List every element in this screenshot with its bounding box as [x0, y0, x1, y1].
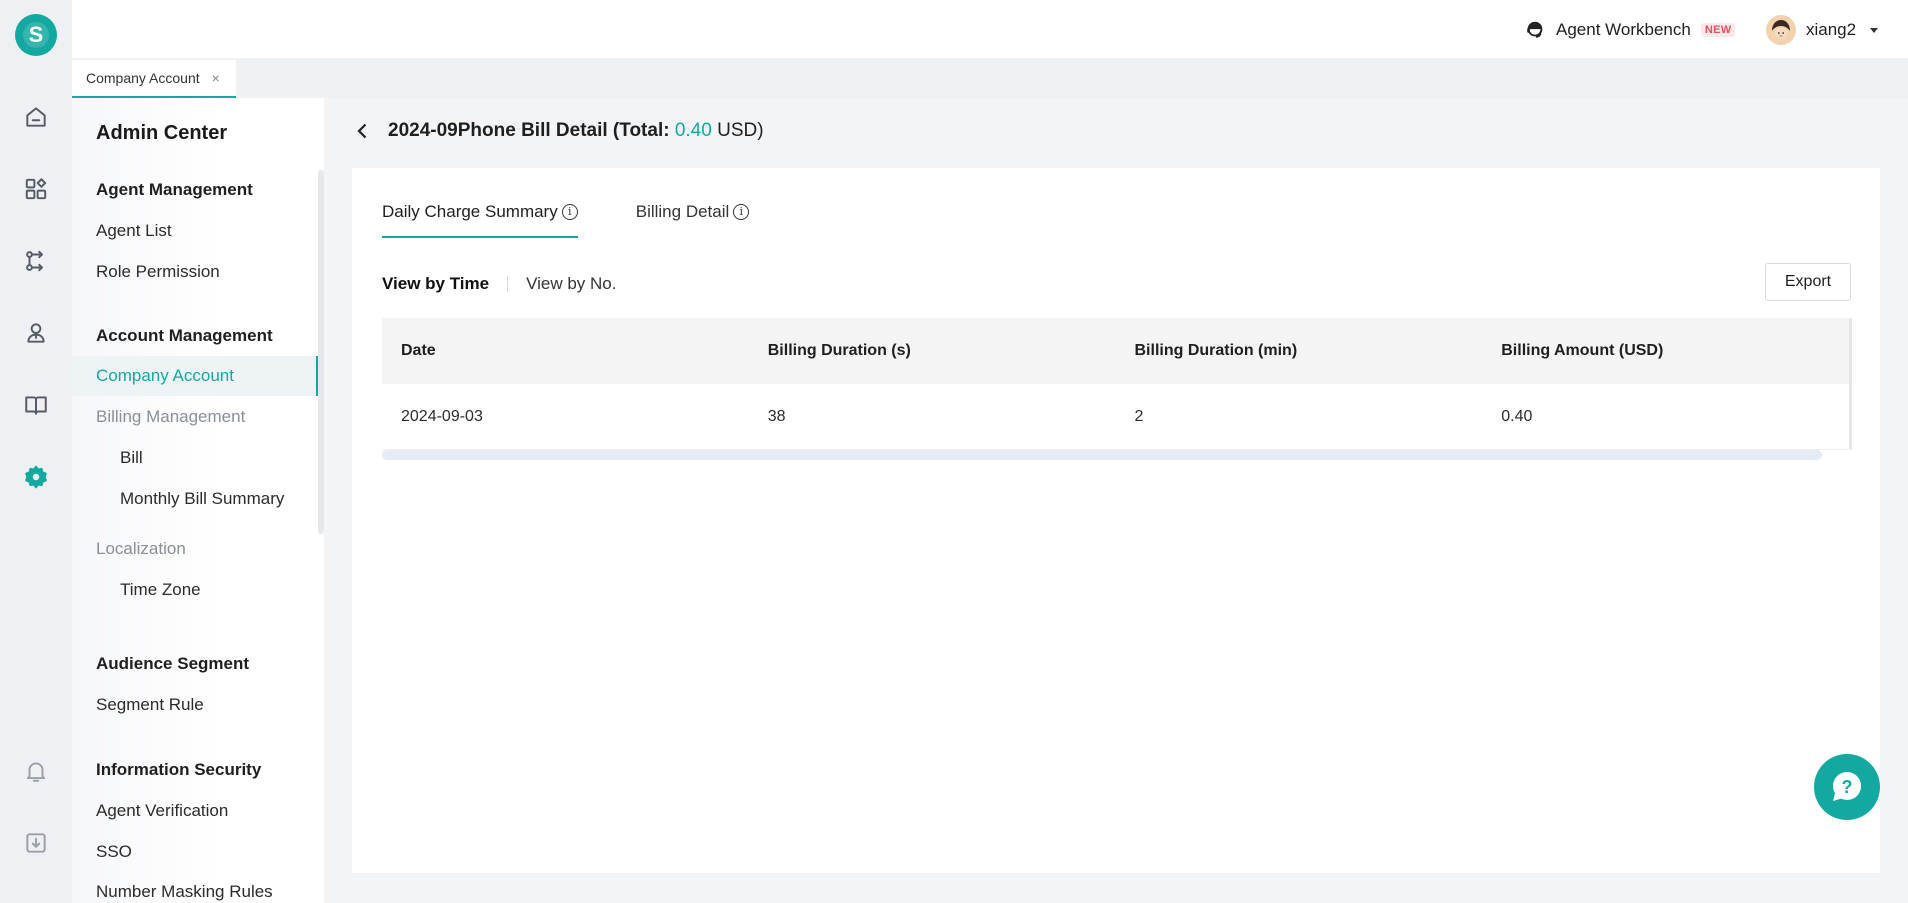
logo-mark-icon: S — [23, 22, 49, 48]
sidebar-item-agent-list[interactable]: Agent List — [72, 211, 318, 251]
table-header: Date Billing Duration (s) Billing Durati… — [382, 318, 1852, 384]
cell-date: 2024-09-03 — [401, 407, 483, 425]
sidebar-item-localization[interactable]: Localization — [72, 529, 318, 569]
page-tab-strip: Company Account × — [72, 58, 1908, 98]
view-by-time-option[interactable]: View by Time — [382, 274, 489, 294]
sidebar-item-bill[interactable]: Bill — [72, 438, 318, 478]
download-icon[interactable] — [22, 829, 50, 857]
group-information-security: Information Security — [96, 760, 262, 779]
info-icon[interactable]: i — [561, 204, 578, 220]
page-tab-company-account[interactable]: Company Account × — [72, 60, 236, 98]
chevron-down-icon — [1870, 27, 1879, 33]
bell-icon[interactable] — [22, 757, 50, 785]
user-name: xiang2 — [1806, 20, 1857, 39]
cell-amount: 0.40 — [1501, 407, 1533, 425]
page-title-total: 0.40 — [674, 120, 712, 141]
sidebar-title: Admin Center — [96, 122, 228, 144]
tab-label: Daily Charge Summary — [382, 202, 558, 221]
user-menu[interactable]: xiang2 — [1766, 14, 1879, 46]
column-header-duration-s: Billing Duration (s) — [767, 342, 911, 359]
group-audience-segment: Audience Segment — [96, 654, 250, 673]
new-badge: NEW — [1700, 23, 1736, 37]
sidebar-item-number-masking-rules[interactable]: Number Masking Rules — [72, 872, 318, 903]
chevron-left-icon — [357, 123, 367, 139]
agent-workbench-link[interactable]: Agent Workbench NEW — [1524, 17, 1736, 43]
table-row: 2024-09-03 38 2 0.40 — [382, 384, 1852, 450]
main-content: 2024-09Phone Bill Detail (Total: 0.40 US… — [324, 98, 1908, 903]
tab-daily-charge-summary[interactable]: Daily Charge Summary i — [382, 192, 578, 238]
page-tab-label: Company Account — [86, 70, 200, 86]
group-agent-management: Agent Management — [96, 180, 253, 199]
sidebar-item-agent-verification[interactable]: Agent Verification — [72, 791, 318, 831]
column-header-duration-min: Billing Duration (min) — [1134, 342, 1298, 359]
detail-tabs: Daily Charge Summary i Billing Detail i — [382, 192, 750, 238]
close-icon[interactable]: × — [212, 70, 220, 86]
apps-icon[interactable] — [22, 175, 50, 203]
page-title: 2024-09Phone Bill Detail (Total: 0.40 US… — [388, 120, 764, 142]
view-by-number-option[interactable]: View by No. — [526, 274, 616, 294]
view-toggle: View by Time View by No. — [382, 272, 617, 296]
book-icon[interactable] — [22, 391, 50, 419]
back-button[interactable] — [352, 120, 374, 142]
top-header: Agent Workbench NEW xiang2 — [72, 0, 1908, 58]
sidebar-item-time-zone[interactable]: Time Zone — [72, 570, 318, 610]
headset-icon — [1527, 21, 1543, 38]
column-header-amount: Billing Amount (USD) — [1501, 342, 1664, 359]
sidebar-item-monthly-bill-summary[interactable]: Monthly Bill Summary — [72, 479, 318, 519]
admin-sidebar: Admin Center Agent Management Agent List… — [72, 98, 324, 903]
settings-icon[interactable] — [22, 463, 50, 491]
sidebar-item-billing-management[interactable]: Billing Management — [72, 397, 318, 437]
app-logo[interactable]: S — [15, 14, 57, 56]
avatar-icon — [1766, 15, 1796, 45]
table-horizontal-scrollbar[interactable] — [382, 450, 1822, 460]
home-icon[interactable] — [22, 103, 50, 131]
svg-text:S: S — [29, 22, 44, 47]
help-chat-icon: ? — [1833, 771, 1862, 801]
sidebar-item-company-account[interactable]: Company Account — [72, 356, 318, 396]
agent-workbench-label: Agent Workbench — [1556, 20, 1691, 39]
page-title-suffix: USD) — [711, 120, 764, 141]
daily-charge-table: Date Billing Duration (s) Billing Durati… — [382, 318, 1852, 460]
svg-text:?: ? — [1842, 777, 1853, 797]
tab-label: Billing Detail — [635, 202, 730, 221]
contacts-icon[interactable] — [22, 319, 50, 347]
icon-rail: S — [0, 0, 72, 903]
route-icon[interactable] — [22, 247, 50, 275]
page-title-prefix: 2024-09Phone Bill Detail (Total: — [388, 120, 675, 141]
sidebar-item-sso[interactable]: SSO — [72, 832, 318, 872]
sidebar-item-segment-rule[interactable]: Segment Rule — [72, 685, 318, 725]
info-icon[interactable]: i — [733, 204, 750, 220]
sidebar-item-role-permission[interactable]: Role Permission — [72, 252, 318, 292]
tab-billing-detail[interactable]: Billing Detail i — [636, 192, 750, 232]
cell-duration-min: 2 — [1134, 407, 1144, 425]
avatar — [1766, 15, 1796, 45]
export-button[interactable]: Export — [1765, 263, 1851, 301]
cell-duration-s: 38 — [767, 407, 786, 425]
help-button[interactable]: ? — [1814, 754, 1880, 820]
group-account-management: Account Management — [96, 326, 273, 345]
view-separator — [507, 276, 509, 292]
bill-detail-card: Daily Charge Summary i Billing Detail i … — [352, 168, 1880, 873]
column-header-date: Date — [401, 342, 436, 359]
